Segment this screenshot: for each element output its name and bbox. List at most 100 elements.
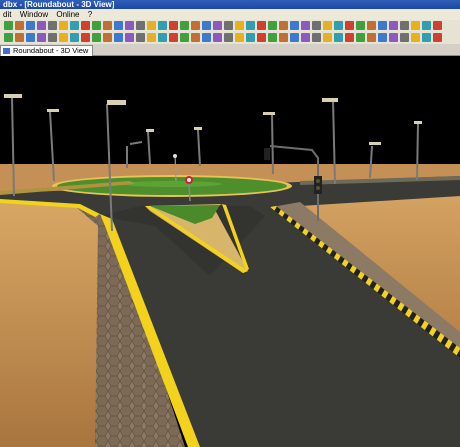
toolbar-button[interactable] [180, 21, 189, 30]
toolbar-button[interactable] [323, 33, 332, 42]
toolbar-button[interactable] [334, 21, 343, 30]
toolbar-button[interactable] [378, 33, 387, 42]
toolbar-button[interactable] [323, 21, 332, 30]
toolbar-button[interactable] [48, 21, 57, 30]
toolbar-button[interactable] [334, 33, 343, 42]
toolbar-button[interactable] [92, 33, 101, 42]
toolbar-button[interactable] [169, 33, 178, 42]
toolbar-button[interactable] [37, 33, 46, 42]
toolbar-button[interactable] [81, 21, 90, 30]
toolbar-button[interactable] [224, 33, 233, 42]
toolbar-button[interactable] [191, 21, 200, 30]
toolbar-button[interactable] [125, 21, 134, 30]
tab-roundabout-3d-view[interactable]: Roundabout - 3D View [0, 45, 94, 56]
toolbar-button[interactable] [433, 21, 442, 30]
toolbar-button[interactable] [268, 21, 277, 30]
menu-item-edit[interactable]: dit [0, 10, 14, 19]
sign-pole [188, 181, 191, 202]
toolbar-button[interactable] [290, 33, 299, 42]
toolbar-button[interactable] [235, 33, 244, 42]
toolbar-button[interactable] [235, 21, 244, 30]
lamp-head [47, 109, 59, 112]
signal-head [264, 148, 270, 160]
toolbar-button[interactable] [389, 21, 398, 30]
toolbar-button[interactable] [268, 33, 277, 42]
toolbar-button[interactable] [191, 33, 200, 42]
toolbar-button[interactable] [4, 33, 13, 42]
toolbar-button[interactable] [70, 33, 79, 42]
toolbar-button[interactable] [345, 33, 354, 42]
toolbar-button[interactable] [147, 33, 156, 42]
view-3d-icon [3, 48, 10, 54]
toolbar-button[interactable] [422, 21, 431, 30]
toolbar-button[interactable] [411, 21, 420, 30]
toolbar-button[interactable] [180, 33, 189, 42]
toolbar-button[interactable] [92, 21, 101, 30]
toolbar-button[interactable] [301, 33, 310, 42]
toolbar-button[interactable] [279, 21, 288, 30]
menu-item-help[interactable]: ? [85, 10, 95, 19]
toolbar-button[interactable] [213, 21, 222, 30]
toolbar-button[interactable] [125, 33, 134, 42]
street-light-pole [416, 123, 419, 181]
toolbar-button[interactable] [26, 21, 35, 30]
toolbar-button[interactable] [433, 33, 442, 42]
toolbar-button[interactable] [257, 21, 266, 30]
toolbar-button[interactable] [59, 21, 68, 30]
toolbar-button[interactable] [356, 21, 365, 30]
left-sand-area [0, 196, 100, 447]
toolbar-button[interactable] [15, 33, 24, 42]
toolbar-button[interactable] [202, 33, 211, 42]
toolbar-button[interactable] [400, 33, 409, 42]
toolbar-button[interactable] [37, 21, 46, 30]
toolbar-button[interactable] [136, 33, 145, 42]
toolbar-button[interactable] [158, 33, 167, 42]
toolbar-button[interactable] [59, 33, 68, 42]
toolbar-button[interactable] [312, 21, 321, 30]
menu-item-window[interactable]: Window [17, 10, 51, 19]
toolbar-button[interactable] [246, 33, 255, 42]
toolbar-button[interactable] [114, 33, 123, 42]
toolbar-button[interactable] [114, 21, 123, 30]
toolbar-button[interactable] [213, 33, 222, 42]
toolbar-button[interactable] [290, 21, 299, 30]
toolbar-button[interactable] [136, 21, 145, 30]
toolbar-button[interactable] [70, 21, 79, 30]
toolbar-button[interactable] [312, 33, 321, 42]
toolbar-button[interactable] [103, 33, 112, 42]
toolbar-button[interactable] [367, 33, 376, 42]
toolbar-button[interactable] [147, 21, 156, 30]
menu-item-online[interactable]: Online [53, 10, 82, 19]
toolbar-button[interactable] [4, 21, 13, 30]
toolbar-button[interactable] [26, 33, 35, 42]
toolbar-button[interactable] [202, 21, 211, 30]
toolbar-button[interactable] [389, 33, 398, 42]
toolbar-button[interactable] [158, 21, 167, 30]
signal-head [314, 176, 322, 194]
toolbar-button[interactable] [224, 21, 233, 30]
toolbar-button[interactable] [103, 21, 112, 30]
toolbar-button[interactable] [367, 21, 376, 30]
lamp-head [194, 127, 202, 130]
lamp-head [322, 98, 338, 102]
toolbar-button[interactable] [81, 33, 90, 42]
toolbar-button[interactable] [345, 21, 354, 30]
toolbar-button[interactable] [15, 21, 24, 30]
toolbar-button[interactable] [301, 21, 310, 30]
toolbar-button[interactable] [411, 33, 420, 42]
toolbar-button[interactable] [356, 33, 365, 42]
lamp-head [4, 94, 22, 98]
toolbar-button[interactable] [400, 21, 409, 30]
lamp-head [107, 100, 126, 105]
toolbar-button[interactable] [422, 33, 431, 42]
signal-light [316, 186, 320, 190]
lamp-head [146, 129, 154, 132]
sign-face [173, 154, 177, 158]
toolbar-button[interactable] [169, 21, 178, 30]
toolbar-button[interactable] [279, 33, 288, 42]
toolbar-button[interactable] [257, 33, 266, 42]
toolbar-button[interactable] [48, 33, 57, 42]
toolbar-button[interactable] [246, 21, 255, 30]
scene-3d-viewport[interactable] [0, 56, 460, 447]
toolbar-button[interactable] [378, 21, 387, 30]
